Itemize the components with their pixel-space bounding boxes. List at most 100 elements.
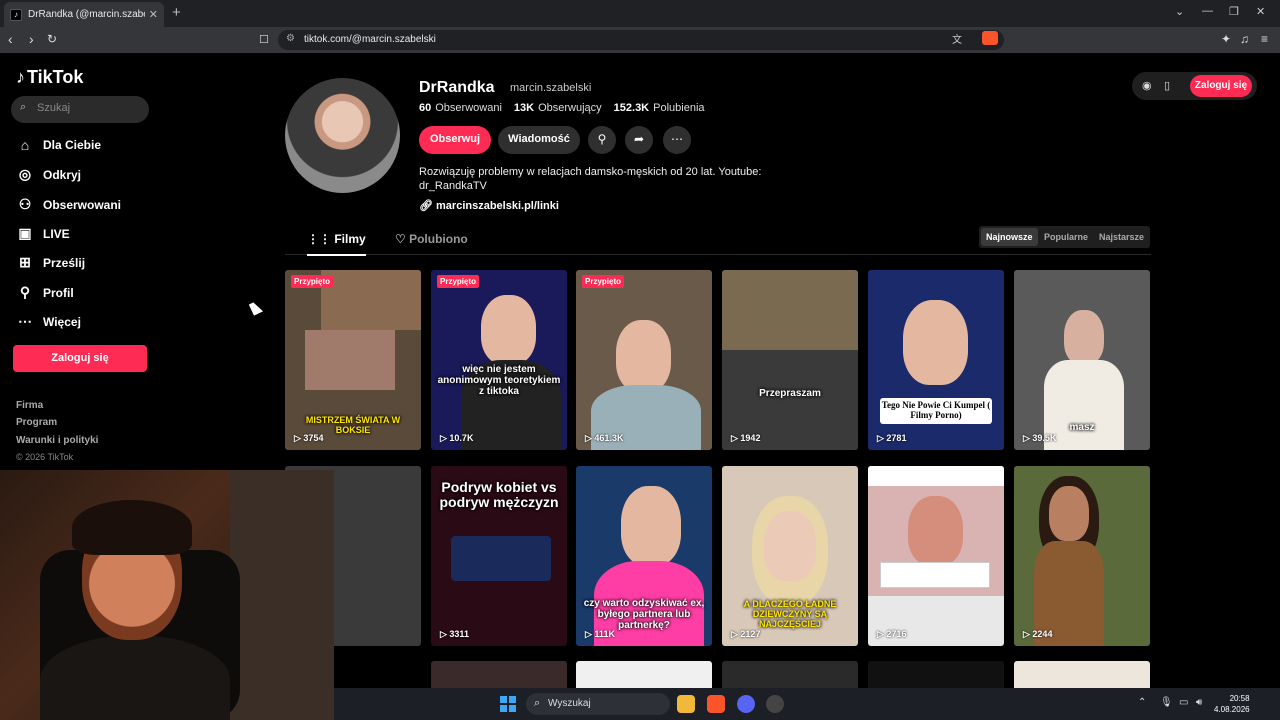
taskbar-search[interactable]: ⌕ Wyszukaj	[526, 693, 670, 715]
tab-videos[interactable]: ⋮⋮ Filmy	[307, 232, 366, 256]
sidebar-item-upload[interactable]: ⊞ Prześlij	[16, 254, 85, 271]
view-count-value: 39.5K	[1032, 433, 1057, 443]
video-thumbnail-face	[481, 295, 536, 365]
file-explorer-icon[interactable]	[677, 695, 695, 713]
video-card[interactable]: masz ▷ 39.5K	[1014, 270, 1150, 450]
footer-link-terms[interactable]: Warunki i polityki	[16, 435, 98, 446]
view-count: ▷ 39.5K	[1023, 433, 1057, 443]
brave-browser-icon[interactable]	[707, 695, 725, 713]
tab-liked[interactable]: ♡ Polubiono	[395, 232, 468, 246]
view-count: ▷ 3311	[440, 629, 469, 639]
video-card[interactable]	[722, 661, 858, 691]
sidebar-item-for-you[interactable]: ⌂ Dla Ciebie	[16, 137, 101, 153]
microphone-icon[interactable]: 🎙︎	[1160, 697, 1173, 708]
followers-stat[interactable]: 13K Obserwujący	[514, 102, 602, 114]
footer-link-program[interactable]: Program	[16, 417, 57, 428]
translate-icon[interactable]: 文	[952, 31, 962, 46]
close-window-icon[interactable]: ✕	[1256, 5, 1265, 18]
video-card[interactable]: A DLACZEGO ŁADNE DZIEWCZYNY SĄ NAJCZĘŚCI…	[722, 466, 858, 646]
new-tab-button[interactable]: +	[172, 4, 181, 21]
video-card[interactable]: czy warto odzyskiwać ex, byłego partnera…	[576, 466, 712, 646]
windows-start-icon[interactable]	[500, 696, 516, 712]
compass-icon: ◎	[18, 166, 32, 182]
video-card[interactable]: Podryw kobiet vs podryw mężczyzn ▷ 3311	[431, 466, 567, 646]
video-thumbnail-face	[903, 300, 968, 385]
search-placeholder: Szukaj	[37, 102, 71, 114]
menu-icon[interactable]: ≡	[1261, 32, 1268, 46]
video-card[interactable]	[576, 661, 712, 691]
extensions-icon[interactable]: ✦	[1221, 32, 1231, 46]
sidebar-item-explore[interactable]: ◎ Odkryj	[16, 166, 81, 183]
sidebar-item-following[interactable]: ⚇ Obserwowani	[16, 196, 121, 213]
view-count-value: 2716	[886, 629, 907, 639]
search-input[interactable]: ⌕ Szukaj	[11, 96, 149, 123]
sort-oldest[interactable]: Najstarsze	[1094, 228, 1149, 246]
url-field[interactable]: ⚙ tiktok.com/@marcin.szabelski	[278, 30, 1004, 50]
maximize-icon[interactable]: ❐	[1229, 5, 1239, 18]
more-options-icon[interactable]: ⋯	[663, 126, 691, 154]
volume-icon[interactable]: 🔊︎	[1196, 697, 1202, 708]
video-card[interactable]: Przypięto więc nie jestem anonimowym teo…	[431, 270, 567, 450]
video-thumbnail-scene	[451, 536, 551, 581]
pinned-badge: Przypięto	[291, 275, 334, 288]
following-stat[interactable]: 60 Obserwowani	[419, 102, 502, 114]
video-card[interactable]: ▷ 2244	[1014, 466, 1150, 646]
video-card[interactable]	[1014, 661, 1150, 691]
tweet-box	[880, 562, 990, 588]
view-count-value: 111K	[594, 629, 615, 639]
video-card[interactable]: ▷ 2716	[868, 466, 1004, 646]
header-login-button[interactable]: Zaloguj się	[1190, 75, 1252, 97]
tab-list-icon[interactable]: ⌄	[1175, 5, 1184, 18]
tiktok-logo[interactable]: ♪ TikTok	[16, 67, 83, 88]
sidebar-item-live[interactable]: ▣ LIVE	[16, 225, 69, 242]
sidebar-item-profile[interactable]: ⚲ Profil	[16, 284, 74, 301]
webcam-person-body	[40, 635, 230, 720]
video-card[interactable]	[868, 661, 1004, 691]
tray-chevron-icon[interactable]: ⌃	[1138, 697, 1146, 708]
network-icon[interactable]: ▭	[1179, 697, 1188, 708]
footer-link-company[interactable]: Firma	[16, 400, 43, 411]
profile-bio: Rozwiązuję problemy w relacjach damsko-m…	[419, 165, 779, 193]
sidebar-item-label: Prześlij	[43, 255, 86, 270]
video-card[interactable]: Przepraszam ▷ 1942	[722, 270, 858, 450]
minimize-icon[interactable]: —	[1202, 5, 1213, 17]
app-icon[interactable]	[766, 695, 784, 713]
clock-date: 4.08.2026	[1214, 705, 1250, 714]
search-icon: ⌕	[20, 101, 27, 113]
taskbar-clock[interactable]: 20:58 4.08.2026	[1214, 693, 1250, 715]
back-icon[interactable]: ‹	[8, 31, 13, 47]
view-count-value: 3311	[449, 629, 469, 639]
address-bar: ‹ › ↻ ☐ ⚙ tiktok.com/@marcin.szabelski 文…	[0, 27, 1280, 53]
video-thumbnail-scene	[321, 270, 421, 330]
sort-popular[interactable]: Popularne	[1039, 228, 1093, 246]
tab-title: DrRandka (@marcin.szabelski) |	[28, 9, 145, 20]
share-icon[interactable]: ➦	[625, 126, 653, 154]
video-card[interactable]: Tego Nie Powie Ci Kumpel ( Filmy Porno) …	[868, 270, 1004, 450]
sort-newest[interactable]: Najnowsze	[981, 228, 1038, 246]
sidebar-item-label: Odkryj	[43, 167, 82, 182]
sidebar-item-label: Obserwowani	[43, 197, 122, 212]
phone-icon[interactable]: ▯	[1164, 79, 1170, 92]
video-thumbnail-face	[621, 486, 681, 566]
sidebar-item-label: Dla Ciebie	[43, 138, 102, 152]
bookmark-icon[interactable]: ☐	[259, 33, 269, 46]
video-card[interactable]: Przypięto MISTRZEM ŚWIATA W BOKSIE ▷ 375…	[285, 270, 421, 450]
message-button[interactable]: Wiadomość	[498, 126, 580, 154]
media-icon[interactable]: ♫	[1240, 32, 1249, 46]
discord-icon[interactable]	[737, 695, 755, 713]
more-icon: ⋯	[18, 313, 32, 329]
brave-shields-icon[interactable]	[982, 31, 998, 45]
profile-link[interactable]: 🔗︎ marcinszabelski.pl/linki	[419, 199, 559, 212]
coin-icon[interactable]: ◉	[1142, 79, 1152, 92]
forward-icon[interactable]: ›	[29, 31, 34, 47]
browser-tab[interactable]: ♪ DrRandka (@marcin.szabelski) | ✕	[4, 2, 164, 27]
follow-button[interactable]: Obserwuj	[419, 126, 491, 154]
tab-close-icon[interactable]: ✕	[149, 8, 158, 21]
video-card[interactable]	[431, 661, 567, 691]
sidebar-item-more[interactable]: ⋯ Więcej	[16, 313, 81, 330]
reload-icon[interactable]: ↻	[47, 32, 57, 46]
video-card[interactable]: Przypięto ▷ 461.3K	[576, 270, 712, 450]
sidebar-login-button[interactable]: Zaloguj się	[13, 345, 147, 372]
site-info-icon[interactable]: ⚙	[286, 33, 295, 44]
add-friend-icon[interactable]: ⚲	[588, 126, 616, 154]
